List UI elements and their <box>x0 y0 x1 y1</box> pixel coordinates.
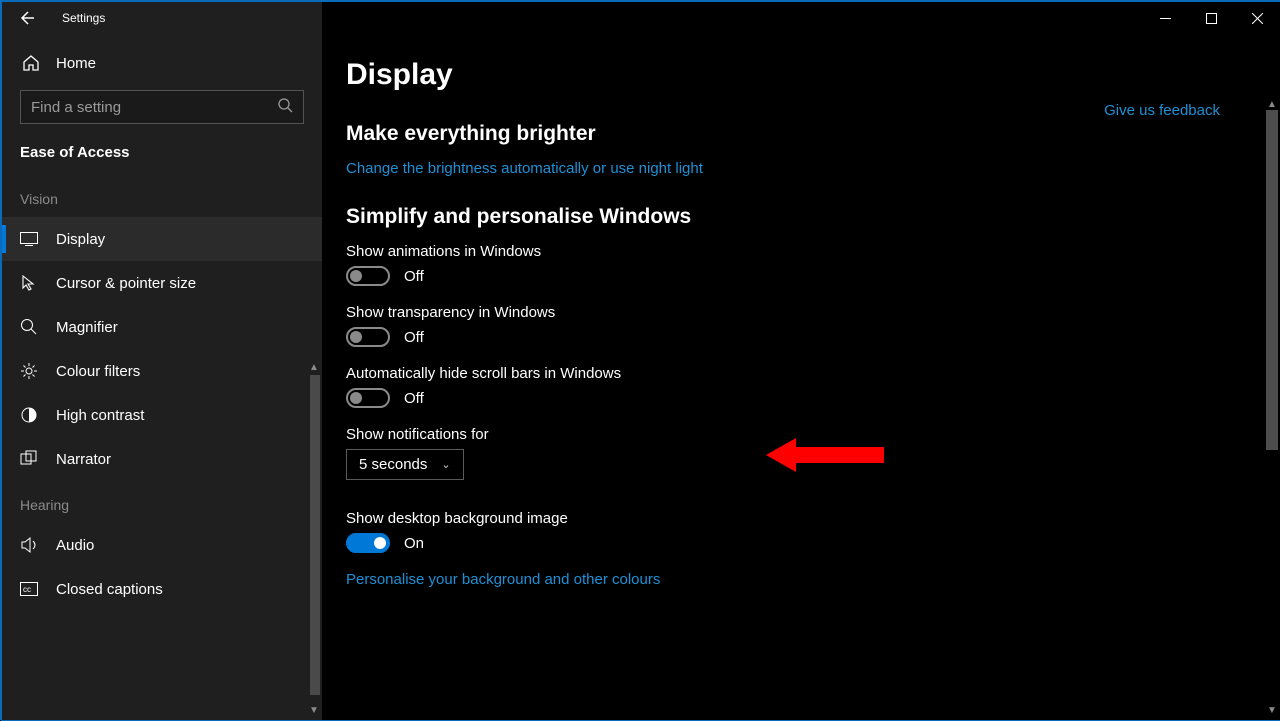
toggle-transparency-state: Off <box>404 329 424 346</box>
sidebar-item-magnifier[interactable]: Magnifier <box>2 305 322 349</box>
sidebar-item-narrator[interactable]: Narrator <box>2 437 322 481</box>
dropdown-notifications-value: 5 seconds <box>359 456 427 473</box>
sidebar-item-colour-filters[interactable]: Colour filters <box>2 349 322 393</box>
toggle-animations[interactable] <box>346 266 390 286</box>
sidebar-item-label: High contrast <box>56 407 144 424</box>
sidebar-item-label: Display <box>56 231 105 248</box>
back-button[interactable] <box>2 2 50 34</box>
section-simplify-heading: Simplify and personalise Windows <box>346 205 1280 229</box>
toggle-desktop-bg[interactable] <box>346 533 390 553</box>
captions-icon: cc <box>20 580 38 598</box>
search-input[interactable] <box>31 99 277 116</box>
brightness-icon <box>20 362 38 380</box>
feedback-link[interactable]: Give us feedback <box>1104 102 1220 119</box>
sidebar-item-label: Magnifier <box>56 319 118 336</box>
content-scroll-down[interactable]: ▼ <box>1266 704 1278 716</box>
sidebar-item-audio[interactable]: Audio <box>2 523 322 567</box>
sidebar-item-label: Audio <box>56 537 94 554</box>
contrast-icon <box>20 406 38 424</box>
home-icon <box>22 54 40 72</box>
content-scrollbar[interactable] <box>1266 110 1278 450</box>
content-scroll-up[interactable]: ▲ <box>1266 98 1278 110</box>
toggle-scrollbars[interactable] <box>346 388 390 408</box>
sidebar-item-label: Colour filters <box>56 363 140 380</box>
titlebar: Settings <box>2 2 1280 34</box>
sidebar-item-label: Closed captions <box>56 581 163 598</box>
search-box[interactable] <box>20 90 304 124</box>
annotation-arrow-icon <box>766 438 884 472</box>
toggle-animations-state: Off <box>404 268 424 285</box>
setting-label-transparency: Show transparency in Windows <box>346 304 1280 321</box>
search-icon <box>277 97 293 118</box>
brightness-link[interactable]: Change the brightness automatically or u… <box>346 160 1280 177</box>
group-label-vision: Vision <box>2 175 322 217</box>
setting-label-animations: Show animations in Windows <box>346 243 1280 260</box>
sidebar-item-high-contrast[interactable]: High contrast <box>2 393 322 437</box>
close-button[interactable] <box>1234 2 1280 34</box>
setting-label-desktop-bg: Show desktop background image <box>346 510 1280 527</box>
sidebar-section-title: Ease of Access <box>2 134 322 175</box>
cursor-icon <box>20 274 38 292</box>
setting-label-scrollbars: Automatically hide scroll bars in Window… <box>346 365 1280 382</box>
toggle-desktop-bg-state: On <box>404 535 424 552</box>
monitor-icon <box>20 230 38 248</box>
dropdown-notifications[interactable]: 5 seconds ⌄ <box>346 449 464 480</box>
magnifier-icon <box>20 318 38 336</box>
sidebar-item-label: Narrator <box>56 451 111 468</box>
home-label: Home <box>56 55 96 72</box>
sidebar-scrollbar[interactable] <box>310 375 320 695</box>
setting-label-notifications: Show notifications for <box>346 426 1280 443</box>
maximize-button[interactable] <box>1188 2 1234 34</box>
svg-text:cc: cc <box>23 585 31 594</box>
sidebar-item-cursor[interactable]: Cursor & pointer size <box>2 261 322 305</box>
narrator-icon <box>20 450 38 468</box>
sidebar-item-label: Cursor & pointer size <box>56 275 196 292</box>
section-brighter-heading: Make everything brighter <box>346 122 1280 146</box>
page-title: Display <box>346 58 1280 92</box>
toggle-transparency[interactable] <box>346 327 390 347</box>
sidebar-item-display[interactable]: Display <box>2 217 322 261</box>
personalise-colours-link[interactable]: Personalise your background and other co… <box>346 571 1280 588</box>
chevron-down-icon: ⌄ <box>441 458 450 471</box>
minimize-button[interactable] <box>1142 2 1188 34</box>
speaker-icon <box>20 536 38 554</box>
sidebar: Home Ease of Access ▲ Vision Display Cur… <box>2 2 322 720</box>
home-link[interactable]: Home <box>2 42 322 84</box>
sidebar-scroll-down[interactable]: ▼ <box>308 704 320 716</box>
group-label-hearing: Hearing <box>2 481 322 523</box>
window-title: Settings <box>62 11 105 25</box>
sidebar-item-closed-captions[interactable]: cc Closed captions <box>2 567 322 611</box>
toggle-scrollbars-state: Off <box>404 390 424 407</box>
content-pane: Display Give us feedback Make everything… <box>322 2 1280 720</box>
